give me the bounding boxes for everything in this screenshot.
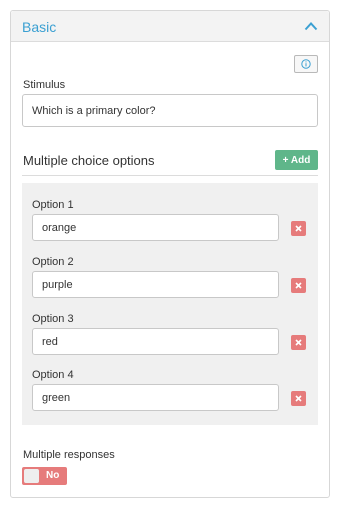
remove-option-button[interactable] — [291, 221, 306, 236]
chevron-up-icon[interactable] — [304, 21, 318, 31]
remove-option-button[interactable] — [291, 335, 306, 350]
option-input[interactable] — [32, 328, 279, 355]
option-label: Option 3 — [32, 313, 74, 325]
multiple-choice-heading: Multiple choice options — [23, 153, 155, 168]
panel-header[interactable]: Basic — [11, 11, 329, 42]
option-label: Option 2 — [32, 256, 74, 268]
option-label: Option 4 — [32, 369, 74, 381]
info-button[interactable] — [294, 55, 318, 73]
option-row-4: Option 4 — [22, 369, 318, 421]
option-label: Option 1 — [32, 199, 74, 211]
close-icon — [295, 395, 302, 402]
multiple-responses-toggle[interactable]: No — [22, 467, 67, 485]
stimulus-input[interactable] — [22, 94, 318, 127]
section-divider — [22, 175, 318, 176]
panel-title: Basic — [22, 19, 57, 35]
options-list: Option 1 Option 2 Option 3 — [22, 183, 318, 425]
option-row-2: Option 2 — [22, 256, 318, 308]
remove-option-button[interactable] — [291, 391, 306, 406]
option-input[interactable] — [32, 271, 279, 298]
close-icon — [295, 339, 302, 346]
info-icon — [301, 59, 311, 69]
option-input[interactable] — [32, 214, 279, 241]
close-icon — [295, 282, 302, 289]
option-row-1: Option 1 — [22, 199, 318, 251]
multiple-responses-label: Multiple responses — [23, 449, 115, 461]
stimulus-label: Stimulus — [23, 79, 66, 91]
remove-option-button[interactable] — [291, 278, 306, 293]
basic-panel: Basic Stimulus Multiple choice options +… — [10, 10, 330, 498]
toggle-state-label: No — [46, 470, 60, 481]
option-row-3: Option 3 — [22, 313, 318, 365]
close-icon — [295, 225, 302, 232]
option-input[interactable] — [32, 384, 279, 411]
add-option-button[interactable]: + Add — [275, 150, 318, 170]
toggle-knob — [24, 469, 39, 483]
